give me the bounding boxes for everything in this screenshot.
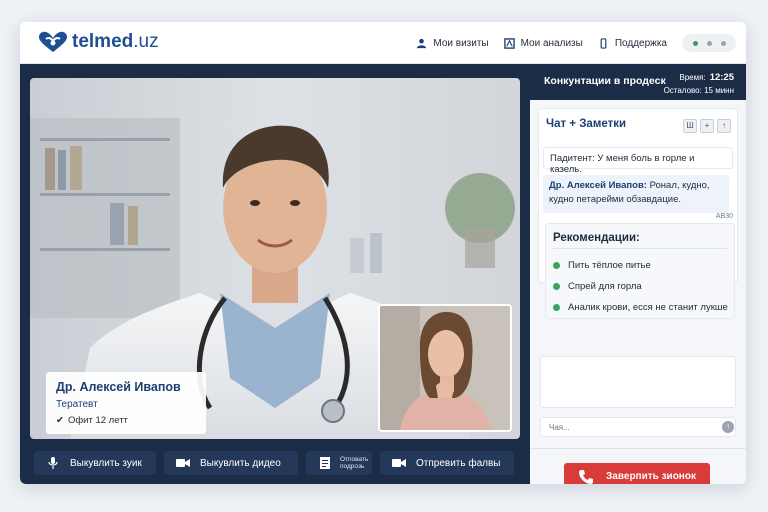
doctor-experience: ✔ Офит 12 летт: [56, 415, 196, 426]
brand-name: telmed.uz: [72, 31, 159, 52]
doctor-experience-text: Офит 12 летт: [67, 415, 128, 426]
video-panel: Др. Алексей Ивапов Тератевт ✔ Офит 12 ле…: [20, 64, 530, 484]
nav-my-visits[interactable]: Мои визиты: [416, 37, 489, 49]
chat-input[interactable]: [540, 417, 736, 437]
doctor-name: Др. Алексей Ивапов: [56, 380, 181, 394]
chat-title: Чат + Заметки: [546, 118, 627, 130]
mute-mic-button[interactable]: Выкувлить зуик: [34, 451, 156, 475]
lab-icon: [503, 37, 515, 49]
recommendations-title: Рекомендации:: [553, 232, 640, 244]
report-button[interactable]: Отповать подрозь: [306, 451, 372, 475]
patient-message: Падитент: У меня боль в горле и казель.: [543, 147, 733, 175]
side-panel: Конкунтации в продеск Время: 12:25 Остало…: [530, 64, 746, 484]
recommendation-text: Пить тёплое питье: [568, 260, 651, 271]
notes-textarea[interactable]: [540, 356, 736, 408]
doctor-info-card: Др. Алексей Ивапов Тератевт ✔ Офит 12 ле…: [46, 372, 206, 434]
mute-mic-label: Выкувлить зуик: [70, 457, 142, 469]
top-header: telmed.uz Мои визиты Мои анализы Поддерж…: [20, 22, 746, 64]
report-label: Отповать подрозь: [340, 456, 369, 470]
chat-toolbar: Ш + ↑: [683, 119, 731, 133]
divider: [530, 448, 746, 449]
phone-hangup-icon: [579, 469, 594, 484]
bullet-dot-icon: [553, 262, 560, 269]
document-icon: [320, 457, 330, 469]
nav-label: Мои анализы: [520, 37, 583, 49]
app-window: telmed.uz Мои визиты Мои анализы Поддерж…: [20, 22, 746, 484]
call-controls: Выкувлить зуик Выкувлить дидео Отповать …: [30, 451, 520, 475]
nav-label: Поддержка: [614, 37, 667, 49]
nav-support[interactable]: Поддержка: [598, 38, 667, 49]
time-value: 12:25: [709, 72, 734, 83]
check-icon: ✔: [56, 415, 64, 426]
top-nav: Мои визиты Мои анализы Поддержка: [416, 22, 746, 64]
message-author: Др. Алексей Ивапов:: [549, 180, 647, 191]
phone-icon: [600, 37, 607, 49]
chat-tool-button[interactable]: Ш: [683, 119, 697, 133]
heart-logo-icon: [39, 31, 67, 52]
recommendation-text: Аналик крови, есся не станит лукше: [568, 302, 728, 313]
message-timestamp: АВ30: [715, 213, 733, 220]
divider: [553, 248, 727, 249]
doctor-specialty: Тератевт: [56, 399, 98, 410]
session-remaining: Осталово: 15 минн: [663, 86, 734, 95]
toggle-video-label: Выкувлить дидео: [200, 457, 281, 469]
nav-label: Мои визиты: [433, 37, 489, 49]
bullet-dot-icon: [553, 283, 560, 290]
recommendations-card: Рекомендации: Пить тёплое питье Спрей дл…: [545, 223, 735, 319]
session-title: Конкунтации в продеск: [544, 75, 666, 87]
recommendation-item: Спрей для горла: [553, 281, 642, 292]
logo[interactable]: telmed.uz: [38, 31, 159, 53]
recommendation-text: Спрей для горла: [568, 281, 642, 292]
nav-my-analyses[interactable]: Мои анализы: [503, 37, 583, 49]
send-files-label: Отпревить фалвы: [416, 457, 501, 469]
time-label: Время:: [679, 73, 706, 82]
camera-icon: [392, 459, 406, 467]
recommendation-item: Аналик крови, есся не станит лукше: [553, 302, 728, 313]
microphone-icon: [48, 457, 58, 469]
patient-video-image: [380, 306, 510, 430]
recommendation-item: Пить тёплое питье: [553, 260, 651, 271]
doctor-message: Др. Алексей Ивапов: Ронал, кудно, кудно …: [543, 175, 729, 213]
end-call-button[interactable]: Заверпить зионок: [564, 463, 710, 484]
add-note-button[interactable]: +: [700, 119, 714, 133]
user-icon: [417, 38, 427, 48]
window-status-dots[interactable]: [682, 34, 736, 52]
status-dot: [706, 40, 712, 46]
patient-video-pip[interactable]: [378, 304, 512, 432]
status-dot-online: [692, 40, 698, 46]
end-call-label: Заверпить зионок: [606, 471, 696, 482]
session-time: Время: 12:25: [679, 72, 734, 83]
send-icon[interactable]: ↑: [722, 421, 734, 433]
camera-icon: [176, 459, 190, 467]
session-header: Конкунтации в продеск Время: 12:25 Остало…: [530, 64, 746, 100]
toggle-video-button[interactable]: Выкувлить дидео: [164, 451, 298, 475]
bullet-dot-icon: [553, 304, 560, 311]
status-dot: [720, 40, 726, 46]
upload-button[interactable]: ↑: [717, 119, 731, 133]
send-files-button[interactable]: Отпревить фалвы: [380, 451, 514, 475]
chat-panel: Чат + Заметки Ш + ↑ Падитент: У меня бол…: [538, 108, 738, 319]
